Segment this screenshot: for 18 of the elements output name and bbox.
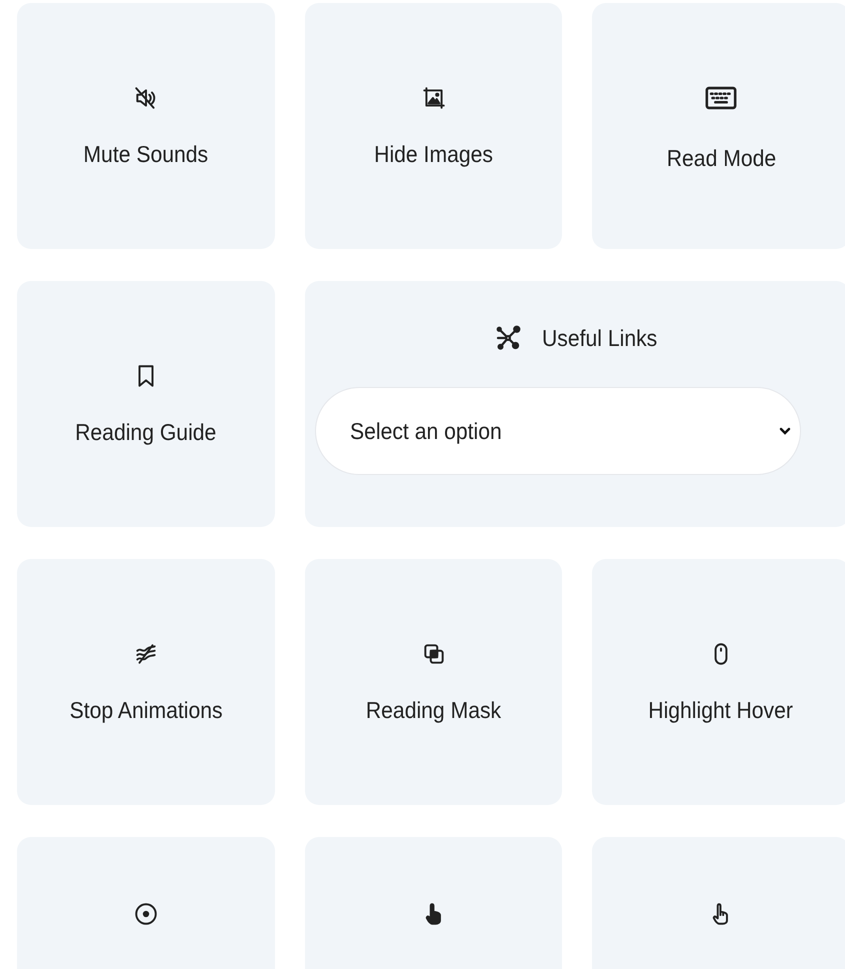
card-label: Stop Animations [70, 696, 222, 724]
feature-card[interactable]: Reading Guide [17, 281, 275, 527]
card-label: Hide Images [374, 140, 493, 168]
card-label: Reading Mask [366, 696, 502, 724]
feature-card[interactable]: Hide Images [305, 3, 562, 249]
feature-card[interactable]: Stop Animations [17, 559, 275, 805]
card-label: Mute Sounds [84, 140, 208, 168]
card-label: Highlight Hover [648, 696, 794, 724]
card-label: Reading Guide [75, 418, 217, 446]
select-field[interactable]: Select an option [314, 387, 800, 475]
feature-card[interactable]: Mute Sounds [17, 3, 275, 249]
feature-card[interactable]: Highlight Hover [592, 559, 845, 805]
feature-card[interactable]: Read Mode [592, 3, 845, 249]
target-icon [133, 901, 159, 927]
feature-card[interactable]: Reading Mask [305, 559, 562, 805]
image-icon [420, 84, 446, 110]
card-label: Read Mode [666, 144, 776, 172]
card-label: Useful Links [542, 324, 658, 352]
